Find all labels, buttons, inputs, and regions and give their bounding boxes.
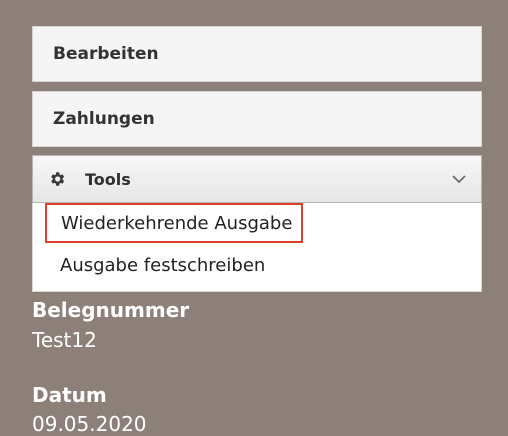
gear-icon — [47, 169, 67, 189]
belegnummer-label: Belegnummer — [32, 298, 190, 322]
edit-button-label: Bearbeiten — [53, 44, 159, 64]
menu-item-label: Ausgabe festschreiben — [60, 255, 266, 276]
payments-button-label: Zahlungen — [53, 109, 155, 129]
belegnummer-value: Test12 — [32, 328, 97, 352]
menu-item-finalize-expense[interactable]: Ausgabe festschreiben — [60, 255, 265, 276]
payments-button[interactable]: Zahlungen — [32, 91, 482, 147]
tools-dropdown-toggle[interactable]: Tools — [32, 155, 482, 203]
tools-label: Tools — [85, 169, 131, 189]
edit-button[interactable]: Bearbeiten — [32, 26, 482, 82]
chevron-down-icon — [451, 171, 467, 187]
menu-item-label: Wiederkehrende Ausgabe — [61, 212, 293, 234]
datum-label: Datum — [32, 383, 107, 407]
menu-item-recurring-expense[interactable]: Wiederkehrende Ausgabe — [45, 203, 303, 243]
tools-menu: Wiederkehrende Ausgabe Ausgabe festschre… — [32, 203, 482, 292]
datum-value: 09.05.2020 — [32, 412, 147, 436]
